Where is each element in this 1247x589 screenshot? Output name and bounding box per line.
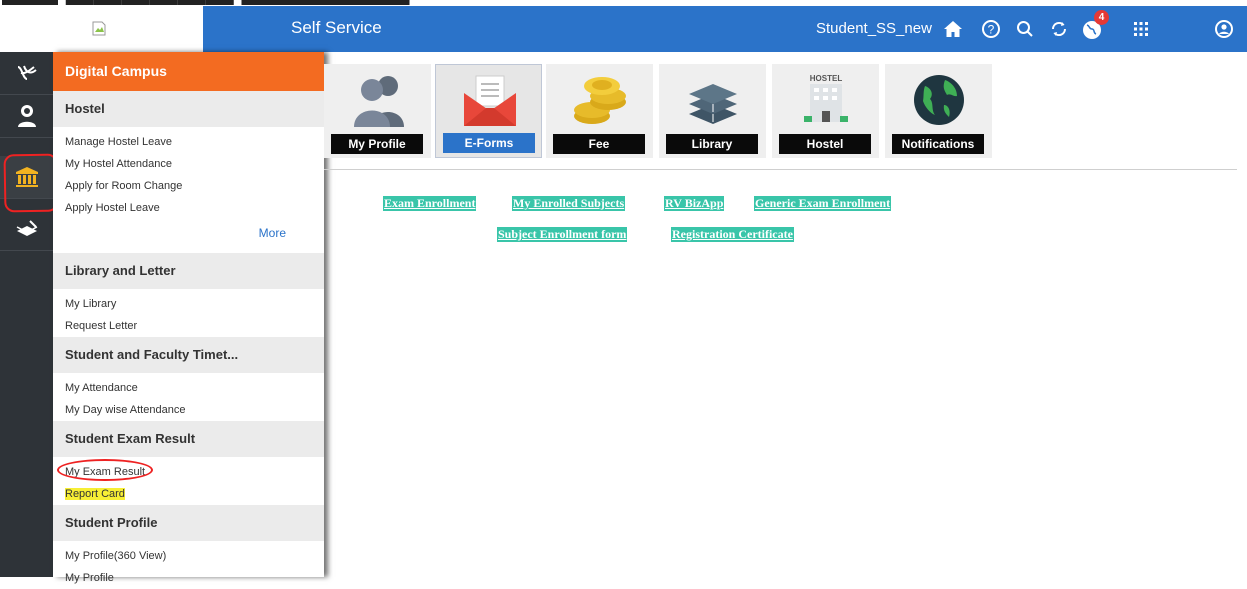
svg-text:HOSTEL: HOSTEL — [810, 74, 843, 83]
red-annotation-circle — [57, 459, 153, 481]
section-hostel: Hostel — [53, 91, 324, 127]
eform-link-exam-enrollment[interactable]: Exam Enrollment — [383, 196, 477, 211]
eform-link-my-enrolled-subjects[interactable]: My Enrolled Subjects — [512, 196, 626, 211]
section-library-letter: Library and Letter — [53, 253, 324, 289]
tile-label: E-Forms — [443, 133, 535, 153]
rail-users-icon[interactable] — [0, 95, 53, 138]
notification-badge: 4 — [1094, 10, 1109, 25]
content-divider — [324, 169, 1237, 170]
profile-people-icon — [354, 76, 404, 127]
rail-books-icon[interactable] — [0, 208, 53, 251]
eform-link-generic-exam-enrollment[interactable]: Generic Exam Enrollment — [754, 196, 892, 211]
menu-link-my-attendance[interactable]: My Attendance — [53, 377, 324, 399]
apps-grid-icon[interactable] — [1128, 16, 1154, 42]
menu-link-report-card[interactable]: Report Card — [53, 483, 324, 505]
red-annotation-box — [3, 153, 59, 213]
top-bar: Self Service Student_SS_new ? 4 — [0, 6, 1247, 52]
tile-notifications[interactable]: Notifications — [885, 64, 992, 158]
eform-link-registration-certificate[interactable]: Registration Certificate — [671, 227, 794, 242]
tile-my-profile[interactable]: My Profile — [324, 64, 431, 158]
section-timetable: Student and Faculty Timet... — [53, 337, 324, 373]
tile-label: Hostel — [779, 134, 871, 154]
eform-link-rv-bizapp[interactable]: RV BizApp — [664, 196, 725, 211]
menu-link-my-profile-360[interactable]: My Profile(360 View) — [53, 545, 324, 567]
menu-link-manage-hostel-leave[interactable]: Manage Hostel Leave — [53, 131, 324, 153]
menu-link-request-letter[interactable]: Request Letter — [53, 315, 324, 337]
menu-link-my-profile[interactable]: My Profile — [53, 567, 324, 589]
tile-e-forms[interactable]: E-Forms — [435, 64, 542, 158]
menu-link-day-wise-attendance[interactable]: My Day wise Attendance — [53, 399, 324, 421]
search-icon[interactable] — [1012, 16, 1038, 42]
earth-icon — [914, 75, 964, 125]
home-icon[interactable] — [940, 16, 966, 42]
broken-image-icon — [92, 21, 106, 36]
tile-label: Notifications — [892, 134, 984, 154]
menu-link-apply-room-change[interactable]: Apply for Room Change — [53, 175, 324, 197]
tile-label: My Profile — [331, 134, 423, 154]
icon-rail — [0, 52, 53, 577]
coins-icon — [574, 77, 626, 124]
help-icon[interactable]: ? — [978, 16, 1004, 42]
tile-label: Fee — [553, 134, 645, 154]
eform-link-subject-enrollment-form[interactable]: Subject Enrollment form — [497, 227, 628, 242]
menu-link-apply-hostel-leave[interactable]: Apply Hostel Leave — [53, 197, 324, 219]
app-header: Self Service Student_SS_new ? 4 — [203, 6, 1247, 52]
books-icon — [689, 84, 737, 124]
section-exam-result: Student Exam Result — [53, 421, 324, 457]
menu-link-my-hostel-attendance[interactable]: My Hostel Attendance — [53, 153, 324, 175]
tile-library[interactable]: Library — [659, 64, 766, 158]
user-name[interactable]: Student_SS_new — [816, 20, 932, 37]
refresh-icon[interactable] — [1046, 16, 1072, 42]
more-row: More — [53, 219, 324, 253]
menu-link-my-library[interactable]: My Library — [53, 293, 324, 315]
hostel-building-icon: HOSTEL — [804, 74, 848, 122]
more-link[interactable]: More — [259, 226, 286, 240]
panel-title: Digital Campus — [53, 52, 324, 91]
envelope-icon — [464, 75, 516, 126]
app-title: Self Service — [291, 18, 382, 37]
tile-hostel[interactable]: HOSTEL Hostel — [772, 64, 879, 158]
tile-label: Library — [666, 134, 758, 154]
logo-area — [0, 6, 203, 52]
tile-fee[interactable]: Fee — [546, 64, 653, 158]
svg-text:?: ? — [988, 23, 995, 37]
digital-campus-panel: Digital Campus Hostel Manage Hostel Leav… — [53, 52, 324, 584]
rail-logo-icon[interactable] — [0, 52, 53, 95]
user-icon[interactable] — [1211, 16, 1237, 42]
section-student-profile: Student Profile — [53, 505, 324, 541]
